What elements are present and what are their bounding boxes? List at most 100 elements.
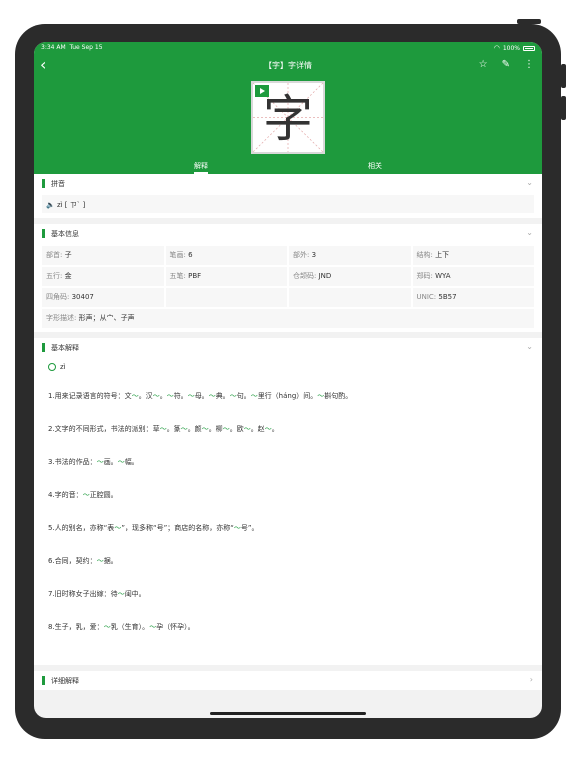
info-value: 5B57 <box>438 293 457 301</box>
info-key: 结构: <box>416 251 436 259</box>
definition-text: 典。 <box>215 392 230 400</box>
definition-item: 4.字的音：～正腔圆。 <box>48 490 528 500</box>
tab-related[interactable]: 相关 <box>368 161 382 171</box>
tab-explanation[interactable]: 解释 <box>194 161 208 174</box>
tilde-placeholder: ～ <box>229 392 237 400</box>
chevron-down-icon: ⌄ <box>526 342 533 351</box>
info-key: 四角码: <box>46 293 72 301</box>
info-cell: 五行: 金 <box>42 267 164 286</box>
nav-bar: ‹ 【字】字详情 ☆ ✎ ⋮ <box>34 56 542 76</box>
info-cell-empty <box>165 288 287 307</box>
content-area: 拼音 ⌄ 🔈 zì [ ㄗˋ ] 基本信息 ⌄ 部首: 子 笔画: 6 部外: … <box>34 174 542 690</box>
definition-text: 4.字的音： <box>48 491 83 499</box>
more-icon[interactable]: ⋮ <box>524 59 534 70</box>
chevron-right-icon: › <box>529 675 533 684</box>
definition-text: 据。 <box>103 557 118 565</box>
definition-text: 闺中。 <box>124 590 146 598</box>
info-key: UNIC: <box>416 293 439 301</box>
page-title: 【字】字详情 <box>264 61 312 70</box>
definition-text: 。 <box>159 392 167 400</box>
circle-icon <box>48 363 56 371</box>
tilde-placeholder: ～ <box>117 590 125 598</box>
tilde-placeholder: ～ <box>187 392 195 400</box>
definition-text: 5.人的别名，亦称“表 <box>48 524 115 532</box>
tilde-placeholder: ～ <box>103 623 111 631</box>
info-cell: 部外: 3 <box>289 246 411 265</box>
pinyin-box[interactable]: 🔈 zì [ ㄗˋ ] <box>42 195 534 213</box>
star-icon[interactable]: ☆ <box>479 59 488 70</box>
info-value: JND <box>318 272 332 280</box>
tilde-placeholder: ～ <box>180 425 188 433</box>
home-indicator[interactable] <box>210 712 366 715</box>
definition-text: 6.合同，契约： <box>48 557 97 565</box>
tilde-placeholder: ～ <box>264 425 272 433</box>
definition-text: 号”。 <box>240 524 259 532</box>
section-detail-header[interactable]: 详细解释 › <box>34 671 542 690</box>
info-value: 上下 <box>435 251 450 259</box>
definition-text: 。篆 <box>166 425 181 433</box>
wifi-icon: ◠ <box>493 44 500 52</box>
status-bar: 3:34 AM Tue Sep 15 ◠ 100% <box>34 42 542 53</box>
section-basic-info-header[interactable]: 基本信息 ⌄ <box>34 224 542 243</box>
def-pinyin: zì <box>48 363 528 371</box>
definition-item: 1.用来记录语言的符号：文～。汉～。～符。～母。～典。～句。～里行（háng）间… <box>48 391 528 401</box>
info-value: 子 <box>64 251 72 259</box>
tilde-placeholder: ～ <box>208 392 216 400</box>
definition-text: 。柳 <box>208 425 223 433</box>
device-top-button <box>517 19 541 24</box>
tilde-placeholder: ～ <box>222 425 230 433</box>
tilde-placeholder: ～ <box>250 392 258 400</box>
edit-icon[interactable]: ✎ <box>502 59 510 70</box>
tilde-placeholder: ～ <box>117 458 125 466</box>
info-key: 五行: <box>46 272 65 280</box>
definition-text: 。颜 <box>187 425 202 433</box>
section-marker <box>42 179 45 188</box>
definition-list: 1.用来记录语言的符号：文～。汉～。～符。～母。～典。～句。～里行（háng）间… <box>48 391 528 632</box>
tilde-placeholder: ～ <box>201 425 209 433</box>
speaker-icon[interactable]: 🔈 <box>46 201 55 209</box>
definition-text: 正腔圆。 <box>89 491 118 499</box>
info-key: 字形描述: <box>46 314 79 322</box>
play-audio-icon[interactable] <box>255 85 269 97</box>
status-right: ◠ 100% <box>494 44 535 52</box>
definition-item: 5.人的别名，亦称“表～”，现多称“号”；商店的名称，亦称“～号”。 <box>48 523 528 533</box>
tilde-placeholder: ～ <box>159 425 167 433</box>
section-title: 拼音 <box>51 180 65 188</box>
def-pinyin-text: zì <box>60 363 66 371</box>
basic-info-body: 部首: 子 笔画: 6 部外: 3 结构: 上下 五行: 金 五笔: PBF 仓… <box>34 243 542 332</box>
definition-item: 2.文字的不同形式，书法的派别：草～。篆～。颜～。柳～。欧～。赵～。 <box>48 424 528 434</box>
section-title: 详细解释 <box>51 677 79 685</box>
info-cell: 郑码: WYA <box>412 267 534 286</box>
info-cell: UNIC: 5B57 <box>412 288 534 307</box>
device-volume-down <box>561 96 566 120</box>
section-basic-def-header[interactable]: 基本解释 ⌄ <box>34 338 542 357</box>
definition-text: 3.书法的作品： <box>48 458 97 466</box>
info-value: WYA <box>435 272 451 280</box>
definition-text: 7.旧时称女子出嫁：待 <box>48 590 118 598</box>
info-value: 30407 <box>71 293 94 301</box>
tilde-placeholder: ～ <box>131 392 139 400</box>
definition-text: 。赵 <box>250 425 265 433</box>
info-value: 形声；从宀、子声 <box>78 314 135 322</box>
definition-text: 2.文字的不同形式，书法的派别：草 <box>48 425 160 433</box>
battery-icon <box>523 45 535 51</box>
section-pinyin-header[interactable]: 拼音 ⌄ <box>34 174 542 193</box>
definition-text: 幅。 <box>124 458 139 466</box>
status-time-date: 3:34 AM Tue Sep 15 <box>41 44 103 51</box>
definition-text: 。汉 <box>138 392 153 400</box>
info-cell: 结构: 上下 <box>412 246 534 265</box>
tilde-placeholder: ～ <box>243 425 251 433</box>
info-cell: 笔画: 6 <box>165 246 287 265</box>
character-glyph: 字 <box>263 90 313 148</box>
tilde-placeholder: ～ <box>166 392 174 400</box>
tilde-placeholder: ～ <box>96 557 104 565</box>
nav-actions: ☆ ✎ ⋮ <box>479 59 534 70</box>
info-cell: 仓颉码: JND <box>289 267 411 286</box>
info-cell: 部首: 子 <box>42 246 164 265</box>
tilde-placeholder: ～ <box>96 458 104 466</box>
tilde-placeholder: ～ <box>233 524 241 532</box>
info-value: 6 <box>188 251 193 259</box>
definition-text: 母。 <box>194 392 209 400</box>
info-key: 部外: <box>293 251 312 259</box>
info-grid: 部首: 子 笔画: 6 部外: 3 结构: 上下 五行: 金 五笔: PBF 仓… <box>42 246 534 307</box>
